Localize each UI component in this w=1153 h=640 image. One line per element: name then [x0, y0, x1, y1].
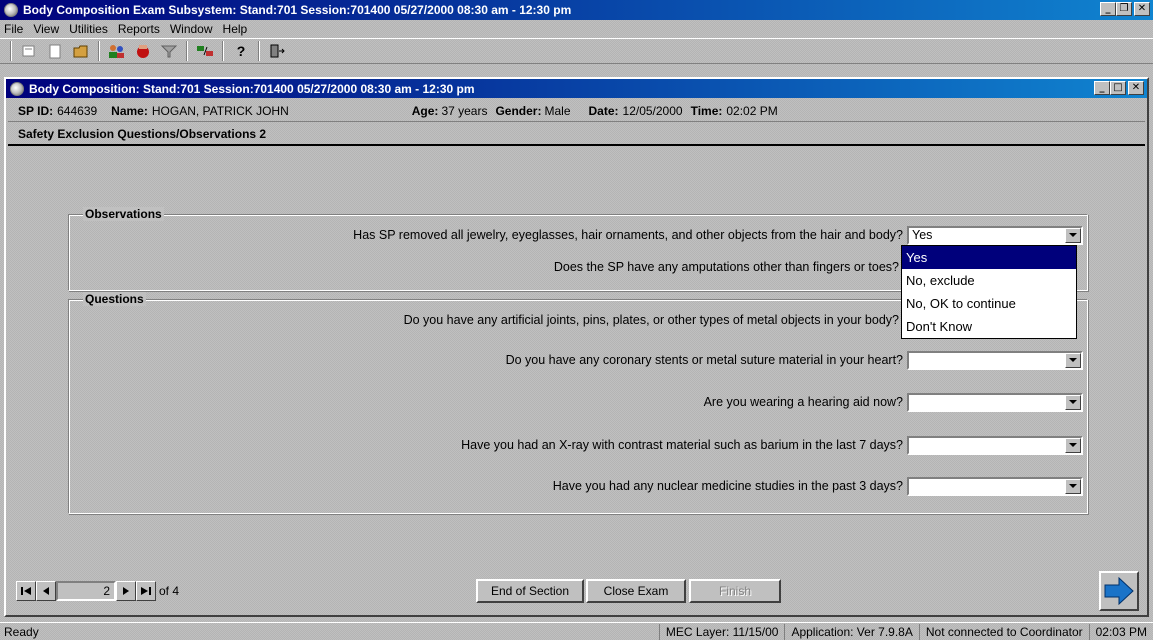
question-text: Do you have any artificial joints, pins,… — [403, 313, 899, 327]
observations-label: Observations — [83, 207, 164, 221]
window-icon[interactable] — [10, 81, 24, 96]
jewelry-removed-select[interactable]: Yes — [907, 225, 1083, 245]
time-value: 02:02 PM — [726, 103, 778, 118]
page-number-field[interactable]: 2 — [56, 581, 116, 601]
status-connection: Not connected to Coordinator — [918, 623, 1089, 640]
sp-id-value: 644639 — [57, 103, 98, 118]
menu-help[interactable]: Help — [223, 22, 248, 36]
status-time: 02:03 PM — [1088, 623, 1153, 640]
prev-page-icon[interactable] — [36, 581, 56, 601]
dropdown-option-yes[interactable]: Yes — [902, 246, 1076, 269]
page-navigator: 2 of 4 — [16, 581, 179, 601]
dropdown-option-no-exclude[interactable]: No, exclude — [902, 269, 1076, 292]
people-icon[interactable] — [106, 41, 128, 61]
gender-value: Male — [544, 103, 571, 118]
close-exam-button[interactable]: Close Exam — [586, 579, 686, 603]
first-page-icon[interactable] — [16, 581, 36, 601]
chevron-down-icon[interactable] — [1065, 394, 1081, 410]
status-app-version: Application: Ver 7.9.8A — [784, 623, 918, 640]
name-label: Name: — [111, 103, 148, 118]
combo-value: Yes — [912, 227, 933, 242]
exam-window: Body Composition: Stand:701 Session:7014… — [4, 77, 1149, 617]
edit-icon[interactable] — [18, 41, 40, 61]
status-ready: Ready — [4, 624, 39, 639]
xray-contrast-select[interactable] — [907, 435, 1083, 455]
finish-button[interactable]: Finish — [689, 579, 781, 603]
answer-dropdown-list: Yes No, exclude No, OK to continue Don't… — [901, 245, 1077, 339]
next-section-button[interactable] — [1099, 571, 1139, 611]
exam-titlebar[interactable]: Body Composition: Stand:701 Session:7014… — [6, 79, 1147, 98]
coronary-stents-select[interactable] — [907, 350, 1083, 370]
age-value: 37 years — [441, 103, 488, 118]
minimize-icon[interactable]: _ — [1094, 81, 1110, 95]
swap-icon[interactable] — [194, 41, 216, 61]
name-value: HOGAN, PATRICK JOHN — [151, 103, 289, 118]
status-layer: MEC Layer: 11/15/00 — [658, 623, 785, 640]
date-label: Date: — [588, 103, 619, 118]
menu-file[interactable]: File — [4, 22, 23, 36]
clipboard-icon[interactable] — [44, 41, 66, 61]
help-icon[interactable]: ? — [230, 41, 252, 61]
status-bar: Ready MEC Layer: 11/15/00 Application: V… — [0, 622, 1153, 640]
date-value: 12/05/2000 — [622, 103, 683, 118]
next-page-icon[interactable] — [116, 581, 136, 601]
question-text: Have you had an X-ray with contrast mate… — [461, 438, 903, 452]
last-page-icon[interactable] — [136, 581, 156, 601]
question-row: Have you had an X-ray with contrast mate… — [461, 435, 1083, 455]
question-row: Do you have any coronary stents or metal… — [506, 350, 1083, 370]
question-text: Are you wearing a hearing aid now? — [703, 395, 903, 409]
end-of-section-button[interactable]: End of Section — [476, 579, 584, 603]
question-text: Have you had any nuclear medicine studie… — [552, 479, 903, 493]
dropdown-option-dont-know[interactable]: Don't Know — [902, 315, 1076, 338]
chevron-down-icon[interactable] — [1065, 437, 1081, 453]
menu-reports[interactable]: Reports — [118, 22, 160, 36]
minimize-icon[interactable]: _ — [1100, 2, 1116, 16]
menu-view[interactable]: View — [33, 22, 59, 36]
chevron-down-icon[interactable] — [1065, 352, 1081, 368]
observation-row: Has SP removed all jewelry, eyeglasses, … — [353, 225, 1083, 245]
menu-window[interactable]: Window — [170, 22, 213, 36]
nuclear-medicine-select[interactable] — [907, 476, 1083, 496]
app-titlebar[interactable]: Body Composition Exam Subsystem: Stand:7… — [0, 0, 1153, 20]
question-row: Have you had any nuclear medicine studie… — [553, 476, 1083, 496]
right-arrow-icon — [1104, 577, 1134, 605]
question-row: Are you wearing a hearing aid now? — [704, 392, 1083, 412]
funnel-icon[interactable] — [158, 41, 180, 61]
chevron-down-icon[interactable] — [1065, 227, 1081, 243]
gender-label: Gender: — [495, 103, 542, 118]
app-icon[interactable] — [4, 3, 18, 17]
observation-question: Has SP removed all jewelry, eyeglasses, … — [353, 228, 903, 242]
age-label: Age: — [411, 103, 439, 118]
app-title: Body Composition Exam Subsystem: Stand:7… — [23, 3, 572, 17]
exam-title: Body Composition: Stand:701 Session:7014… — [29, 81, 475, 96]
exit-door-icon[interactable] — [266, 41, 288, 61]
menu-bar: File View Utilities Reports Window Help — [0, 20, 1153, 38]
stop-hand-icon[interactable] — [132, 41, 154, 61]
observation-question: Does the SP have any amputations other t… — [553, 260, 899, 274]
time-label: Time: — [690, 103, 723, 118]
chevron-down-icon[interactable] — [1065, 478, 1081, 494]
folder-icon[interactable] — [70, 41, 92, 61]
section-title: Safety Exclusion Questions/Observations … — [8, 124, 1145, 146]
question-text: Do you have any coronary stents or metal… — [505, 353, 903, 367]
restore-icon[interactable]: ❐ — [1116, 2, 1132, 16]
close-icon[interactable]: ✕ — [1134, 2, 1150, 16]
question-row: Do you have any artificial joints, pins,… — [404, 310, 903, 330]
sp-id-label: SP ID: — [18, 103, 54, 118]
questions-label: Questions — [83, 292, 146, 306]
toolbar: ? — [0, 38, 1153, 64]
page-count: of 4 — [159, 584, 180, 598]
maximize-icon[interactable]: □ — [1110, 81, 1126, 95]
patient-info: SP ID: 644639 Name: HOGAN, PATRICK JOHN … — [8, 100, 1145, 122]
hearing-aid-select[interactable] — [907, 392, 1083, 412]
menu-utilities[interactable]: Utilities — [69, 22, 108, 36]
observation-row: Does the SP have any amputations other t… — [554, 257, 903, 277]
dropdown-option-no-ok[interactable]: No, OK to continue — [902, 292, 1076, 315]
close-icon[interactable]: ✕ — [1128, 81, 1144, 95]
